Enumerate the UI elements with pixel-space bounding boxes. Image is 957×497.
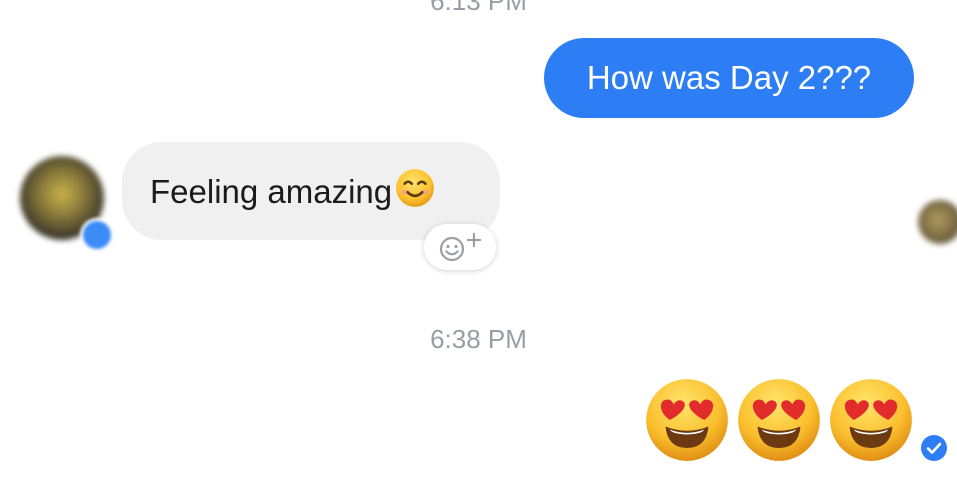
- chat-thread: 6:13 PM How was Day 2??? Feeling amazing: [0, 0, 957, 497]
- add-reaction-icon: [439, 232, 482, 262]
- smiling-face-emoji-icon: [396, 169, 435, 207]
- read-receipt-avatar: [918, 200, 957, 244]
- outgoing-message-bubble[interactable]: How was Day 2???: [544, 38, 914, 118]
- timestamp-top: 6:13 PM: [430, 0, 527, 16]
- outgoing-message-text: How was Day 2???: [586, 59, 872, 96]
- sent-check-icon: [921, 435, 947, 461]
- heart-eyes-emoji-icon[interactable]: [736, 377, 822, 463]
- heart-eyes-emoji-icon[interactable]: [644, 377, 730, 463]
- incoming-message-text: Feeling amazing: [150, 172, 393, 210]
- timestamp-mid: 6:38 PM: [430, 324, 527, 354]
- heart-eyes-emoji-icon[interactable]: [828, 377, 914, 463]
- messenger-badge-icon: [80, 218, 114, 252]
- add-reaction-button[interactable]: [424, 224, 496, 270]
